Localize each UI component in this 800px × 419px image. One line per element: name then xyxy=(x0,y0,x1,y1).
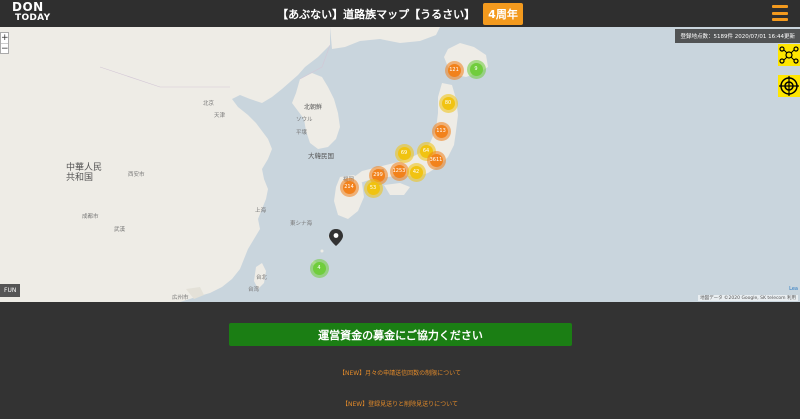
map-copyright: 地図データ ©2020 Google, SK telecom 利用 xyxy=(698,295,798,301)
label-seoul: ソウル xyxy=(296,117,313,123)
cluster-count: 214 xyxy=(342,180,356,194)
label-wuhan: 武漢 xyxy=(114,227,126,233)
location-pin-icon[interactable] xyxy=(329,229,343,246)
cluster-marker[interactable]: 1253 xyxy=(389,161,409,181)
zoom-control: + − xyxy=(0,32,9,54)
cluster-marker[interactable]: 69 xyxy=(394,143,414,163)
registration-count: 登録地点数：5189件 2020/07/01 16:44更新 xyxy=(675,29,800,43)
label-korea: 大韓民国 xyxy=(308,152,334,160)
hamburger-menu-icon[interactable] xyxy=(772,5,788,21)
leaflet-attribution-link[interactable]: Lea xyxy=(789,286,798,292)
cluster-count: 53 xyxy=(366,181,380,195)
page-title: 【あぶない】道路族マップ【うるさい】 xyxy=(277,7,476,21)
cluster-marker[interactable]: 42 xyxy=(406,162,426,182)
cluster-marker[interactable]: 4 xyxy=(309,258,329,278)
label-chengdu: 成都市 xyxy=(82,214,99,220)
label-east-china-sea: 東シナ海 xyxy=(290,221,313,227)
label-xian: 西安市 xyxy=(128,172,145,178)
cluster-count: 42 xyxy=(409,165,423,179)
cluster-count: 80 xyxy=(441,96,455,110)
map-view[interactable]: 中華人民 共和国 大韓民国 北朝鮮 北京 上海 成都市 西安市 武漢 台湾 広州… xyxy=(0,27,800,302)
cluster-marker[interactable]: 121 xyxy=(444,60,464,80)
zoom-out-button[interactable]: − xyxy=(1,43,9,54)
label-beijing: 北京 xyxy=(203,101,215,107)
cluster-marker[interactable]: 80 xyxy=(438,93,458,113)
target-tool-button[interactable] xyxy=(778,75,800,97)
label-shanghai: 上海 xyxy=(255,208,267,214)
fun-button[interactable]: FUN xyxy=(0,284,21,297)
top-header: DON TODAY 【あぶない】道路族マップ【うるさい】 4周年 xyxy=(0,0,800,27)
cluster-marker[interactable]: 9 xyxy=(466,59,486,79)
label-guangzhou: 広州市 xyxy=(172,295,189,301)
network-tool-button[interactable] xyxy=(778,44,800,66)
donate-button[interactable]: 運営資金の募金にご協力ください xyxy=(229,323,572,346)
cluster-count: 1253 xyxy=(392,164,406,178)
label-pyongyang: 平壌 xyxy=(296,130,308,136)
bottom-panel: 運営資金の募金にご協力ください 【NEW】月々の申請送信回数の制限について 【N… xyxy=(0,302,800,419)
label-taiwan: 台湾 xyxy=(248,287,260,293)
cluster-count: 69 xyxy=(397,146,411,160)
cluster-count: 121 xyxy=(447,63,461,77)
label-china: 中華人民 共和国 xyxy=(66,163,103,183)
cluster-marker[interactable]: 3611 xyxy=(426,150,446,170)
cluster-marker[interactable]: 214 xyxy=(339,177,359,197)
label-taipei: 台北 xyxy=(256,275,268,281)
cluster-marker[interactable]: 53 xyxy=(363,178,383,198)
target-icon xyxy=(779,76,799,96)
label-tianjin: 天津 xyxy=(214,113,226,119)
cluster-marker[interactable]: 113 xyxy=(431,121,451,141)
news-link-1[interactable]: 【NEW】月々の申請送信回数の制限について xyxy=(0,368,800,377)
label-north-korea: 北朝鮮 xyxy=(304,104,323,111)
news-link-2[interactable]: 【NEW】登録見送りと削除見送りについて xyxy=(0,399,800,408)
anniversary-badge[interactable]: 4周年 xyxy=(483,2,523,25)
cluster-count: 113 xyxy=(434,124,448,138)
network-icon xyxy=(779,46,799,64)
zoom-in-button[interactable]: + xyxy=(1,33,9,43)
cluster-count: 3611 xyxy=(429,153,443,167)
cluster-count: 4 xyxy=(312,261,326,275)
cluster-count: 9 xyxy=(469,62,483,76)
